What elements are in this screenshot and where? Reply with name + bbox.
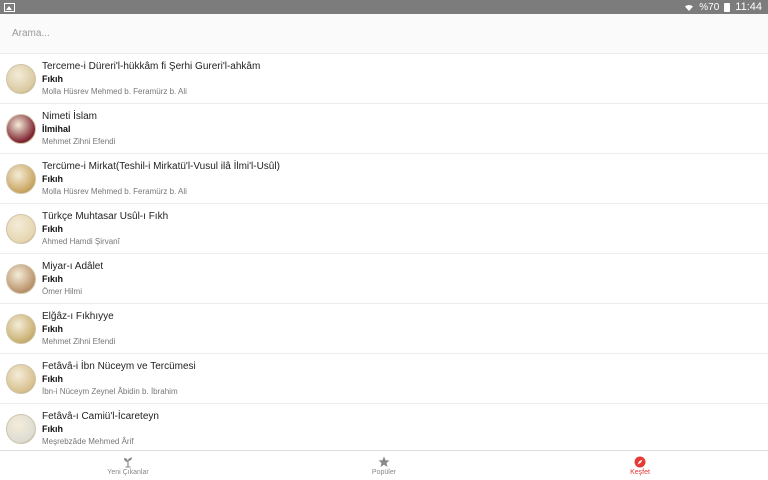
- book-category: Fıkıh: [42, 423, 64, 434]
- book-cover: [6, 163, 36, 194]
- book-author: Mehmet Zihni Efendi: [42, 336, 116, 346]
- book-title: Tercüme-i Mirkat(Teshil-i Mirkatü'l-Vusu…: [42, 160, 280, 172]
- book-author: Ahmed Hamdi Şirvanî: [42, 236, 120, 246]
- book-cover: [6, 313, 36, 344]
- book-cover: [6, 263, 36, 294]
- book-title: Fetâvâ-i İbn Nüceym ve Tercümesi: [42, 360, 196, 372]
- star-icon: [378, 456, 390, 467]
- list-item[interactable]: Elğâz-ı Fıkhıyye Fıkıh Mehmet Zihni Efen…: [0, 304, 768, 354]
- battery-percent: %70: [699, 1, 720, 13]
- book-title: Fetâvâ-ı Camiü'l-İcareteyn: [42, 410, 159, 422]
- book-title: Terceme-i Düreri'l-hükkâm fi Şerhi Gurer…: [42, 60, 261, 72]
- tab-popular[interactable]: Popüler: [256, 451, 512, 480]
- tab-label: Keşfet: [630, 468, 650, 476]
- book-title: Türkçe Muhtasar Usûl-ı Fıkh: [42, 210, 169, 222]
- book-list: Terceme-i Düreri'l-hükkâm fi Şerhi Gurer…: [0, 54, 768, 450]
- book-author: Meşrebzâde Mehmed Ârif: [42, 436, 134, 446]
- book-category: Fıkıh: [42, 73, 64, 84]
- book-cover: [6, 413, 36, 444]
- list-item[interactable]: Türkçe Muhtasar Usûl-ı Fıkh Fıkıh Ahmed …: [0, 204, 768, 254]
- list-item[interactable]: Fetâvâ-ı Camiü'l-İcareteyn Fıkıh Meşrebz…: [0, 404, 768, 450]
- gallery-notification-icon: [4, 2, 15, 12]
- list-item[interactable]: Terceme-i Düreri'l-hükkâm fi Şerhi Gurer…: [0, 54, 768, 104]
- book-author: Molla Hüsrev Mehmed b. Feramürz b. Ali: [42, 86, 187, 96]
- status-bar: %70 11:44: [0, 0, 768, 14]
- compass-icon: [634, 456, 646, 467]
- book-cover: [6, 113, 36, 144]
- book-cover: [6, 213, 36, 244]
- list-item[interactable]: Miyar-ı Adâlet Fıkıh Ömer Hilmi: [0, 254, 768, 304]
- list-item[interactable]: Fetâvâ-i İbn Nüceym ve Tercümesi Fıkıh İ…: [0, 354, 768, 404]
- list-item[interactable]: Nimeti İslam İlmihal Mehmet Zihni Efendi: [0, 104, 768, 154]
- book-category: Fıkıh: [42, 173, 64, 184]
- book-title: Nimeti İslam: [42, 110, 98, 122]
- book-author: Molla Hüsrev Mehmed b. Feramürz b. Ali: [42, 186, 187, 196]
- book-category: İlmihal: [42, 123, 71, 134]
- wifi-icon: [685, 4, 694, 11]
- search-bar: [0, 14, 768, 54]
- book-category: Fıkıh: [42, 373, 64, 384]
- book-category: Fıkıh: [42, 223, 64, 234]
- book-category: Fıkıh: [42, 323, 64, 334]
- battery-icon: [724, 2, 731, 12]
- bottom-tab-bar: Yeni Çıkanlar Popüler Keşfet: [0, 450, 768, 480]
- book-cover: [6, 363, 36, 394]
- book-category: Fıkıh: [42, 273, 64, 284]
- search-input[interactable]: [12, 28, 756, 39]
- book-author: Mehmet Zihni Efendi: [42, 136, 116, 146]
- tab-new-releases[interactable]: Yeni Çıkanlar: [0, 451, 256, 480]
- tab-label: Yeni Çıkanlar: [107, 468, 149, 476]
- book-cover: [6, 63, 36, 94]
- list-item[interactable]: Tercüme-i Mirkat(Teshil-i Mirkatü'l-Vusu…: [0, 154, 768, 204]
- book-title: Miyar-ı Adâlet: [42, 260, 104, 272]
- tab-label: Popüler: [371, 468, 397, 476]
- tab-discover[interactable]: Keşfet: [512, 451, 768, 480]
- book-title: Elğâz-ı Fıkhıyye: [42, 310, 114, 322]
- sprout-icon: [124, 457, 132, 467]
- book-author: Ömer Hilmi: [42, 286, 82, 296]
- clock: 11:44: [735, 1, 762, 13]
- book-author: İbn-i Nüceym Zeynel Âbidin b. İbrahim: [42, 386, 178, 396]
